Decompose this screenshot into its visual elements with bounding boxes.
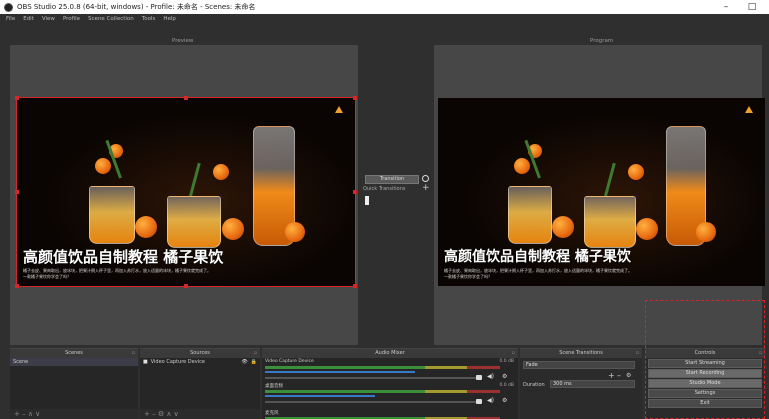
volume-level-bar (265, 395, 375, 397)
orange-half (696, 222, 716, 242)
dock-title: Sources ▫ (140, 349, 260, 358)
volume-slider-knob[interactable] (476, 375, 482, 380)
program-label: Program (590, 38, 614, 44)
image-subtitle-2: 一款橘子果饮你学会了吗？ (23, 274, 71, 279)
window-title: OBS Studio 25.0.8 (64-bit, windows) - Pr… (17, 3, 256, 11)
close-icon[interactable]: ▫ (132, 349, 135, 358)
corner-logo-icon (335, 106, 343, 113)
transition-button[interactable]: Transition (365, 175, 419, 184)
juice-glass (167, 196, 221, 248)
maximize-button[interactable]: □ (738, 0, 766, 14)
scene-transitions-dock: Scene Transitions ▫ Fade + – ⚙ Duration 3… (520, 348, 642, 419)
volume-meter (265, 390, 500, 393)
dock-title: Scenes ▫ (10, 349, 138, 358)
speaker-icon[interactable]: ◀) (487, 397, 494, 404)
program-output-image: 高颜值饮品自制教程 橘子果饮 橘子去皮、果肉取出，放冰块，把果汁倒入杯子里，再加… (438, 98, 765, 286)
speaker-icon[interactable]: ◀) (487, 373, 494, 380)
list-item[interactable]: Scene (10, 358, 138, 366)
eye-icon[interactable]: 👁 (241, 358, 247, 366)
resize-handle[interactable] (15, 284, 19, 288)
volume-slider[interactable] (265, 401, 477, 403)
orange-slice (628, 164, 644, 180)
camera-icon: ■ (143, 359, 148, 365)
menu-tools[interactable]: Tools (142, 16, 156, 22)
obs-logo-icon (4, 2, 13, 12)
channel-name: 麦克风 (265, 411, 279, 416)
resize-handle[interactable] (353, 190, 357, 194)
image-subtitle-2: 一款橘子果饮你学会了吗？ (444, 274, 492, 279)
quick-transition-slider[interactable] (365, 196, 369, 205)
mixer-channels: Video Capture Device 0.0 dB ◀) ⚙ 桌面音频 0.… (262, 358, 518, 419)
close-icon[interactable]: ▫ (512, 349, 515, 358)
menu-edit[interactable]: Edit (23, 16, 34, 22)
orange-slice (95, 158, 111, 174)
highlight-annotation-box (645, 300, 765, 419)
duration-input[interactable]: 300 ms (550, 380, 635, 388)
audio-mixer-dock: Audio Mixer ▫ Video Capture Device 0.0 dB… (262, 348, 518, 419)
preview-source-image[interactable]: 高颜值饮品自制教程 橘子果饮 橘子去皮、果肉取出，放冰块，把果汁倒入杯子里，再加… (16, 97, 356, 287)
dock-title: Scene Transitions ▫ (520, 349, 642, 358)
orange-half (636, 218, 658, 240)
juice-glass (89, 186, 135, 244)
volume-meter (265, 366, 500, 369)
quick-transitions-label: Quick Transitions (363, 186, 406, 192)
scenes-toolbar[interactable]: + – ∧ ∨ (10, 409, 138, 419)
sources-dock: Sources ▫ ■ Video Capture Device 👁 🔒 + – … (140, 348, 260, 419)
channel-name: Video Capture Device (265, 359, 314, 364)
sources-toolbar[interactable]: + – ⚙ ∧ ∨ (140, 409, 260, 419)
close-icon[interactable]: ▫ (636, 349, 639, 358)
source-name: Video Capture Device (150, 359, 205, 365)
scenes-dock: Scenes ▫ Scene + – ∧ ∨ (10, 348, 138, 419)
title-bar: OBS Studio 25.0.8 (64-bit, windows) - Pr… (0, 0, 769, 14)
orange-half (552, 216, 574, 238)
minimize-button[interactable]: – (712, 0, 740, 14)
volume-slider[interactable] (265, 377, 477, 379)
plus-icon[interactable]: + (422, 183, 430, 193)
menu-help[interactable]: Help (163, 16, 176, 22)
image-title: 高颜值饮品自制教程 橘子果饮 (23, 248, 224, 266)
channel-name: 桌面音频 (265, 384, 283, 389)
menu-bar: File Edit View Profile Scene Collection … (0, 14, 769, 24)
volume-level-bar (265, 371, 415, 373)
menu-scene-collection[interactable]: Scene Collection (88, 16, 134, 22)
orange-half (222, 218, 244, 240)
sources-list: ■ Video Capture Device 👁 🔒 (140, 358, 260, 409)
orange-slice (213, 164, 229, 180)
transitions-body: Fade + – ⚙ Duration 300 ms (520, 358, 642, 419)
list-item[interactable]: ■ Video Capture Device 👁 🔒 (140, 358, 260, 366)
lock-icon[interactable]: 🔒 (251, 358, 257, 366)
gear-icon[interactable]: ⚙ (626, 372, 631, 379)
resize-handle[interactable] (184, 96, 188, 100)
obs-window: OBS Studio 25.0.8 (64-bit, windows) - Pr… (0, 0, 769, 419)
orange-half (135, 216, 157, 238)
resize-handle[interactable] (353, 96, 357, 100)
plus-icon[interactable]: + (608, 371, 615, 380)
image-title: 高颜值饮品自制教程 橘子果饮 (444, 249, 631, 265)
duration-label: Duration (523, 382, 545, 388)
resize-handle[interactable] (353, 284, 357, 288)
resize-handle[interactable] (184, 284, 188, 288)
juice-glass (508, 186, 552, 244)
minus-icon[interactable]: – (617, 371, 621, 380)
resize-handle[interactable] (15, 96, 19, 100)
close-icon[interactable]: ▫ (254, 349, 257, 358)
menu-file[interactable]: File (6, 16, 15, 22)
channel-db: 0.0 dB (499, 383, 514, 388)
menu-profile[interactable]: Profile (63, 16, 80, 22)
scenes-list: Scene (10, 358, 138, 409)
gear-icon[interactable]: ⚙ (502, 397, 507, 404)
volume-slider-knob[interactable] (476, 399, 482, 404)
transition-select[interactable]: Fade (523, 361, 635, 369)
preview-label: Preview (172, 38, 194, 44)
gear-icon[interactable] (422, 175, 429, 182)
channel-db: 0.0 dB (499, 359, 514, 364)
menu-view[interactable]: View (42, 16, 55, 22)
gear-icon[interactable]: ⚙ (502, 373, 507, 380)
dock-title: Audio Mixer ▫ (262, 349, 518, 358)
corner-logo-icon (745, 106, 753, 113)
orange-slice (514, 158, 530, 174)
juice-glass (584, 196, 636, 248)
resize-handle[interactable] (15, 190, 19, 194)
orange-half (285, 222, 305, 242)
